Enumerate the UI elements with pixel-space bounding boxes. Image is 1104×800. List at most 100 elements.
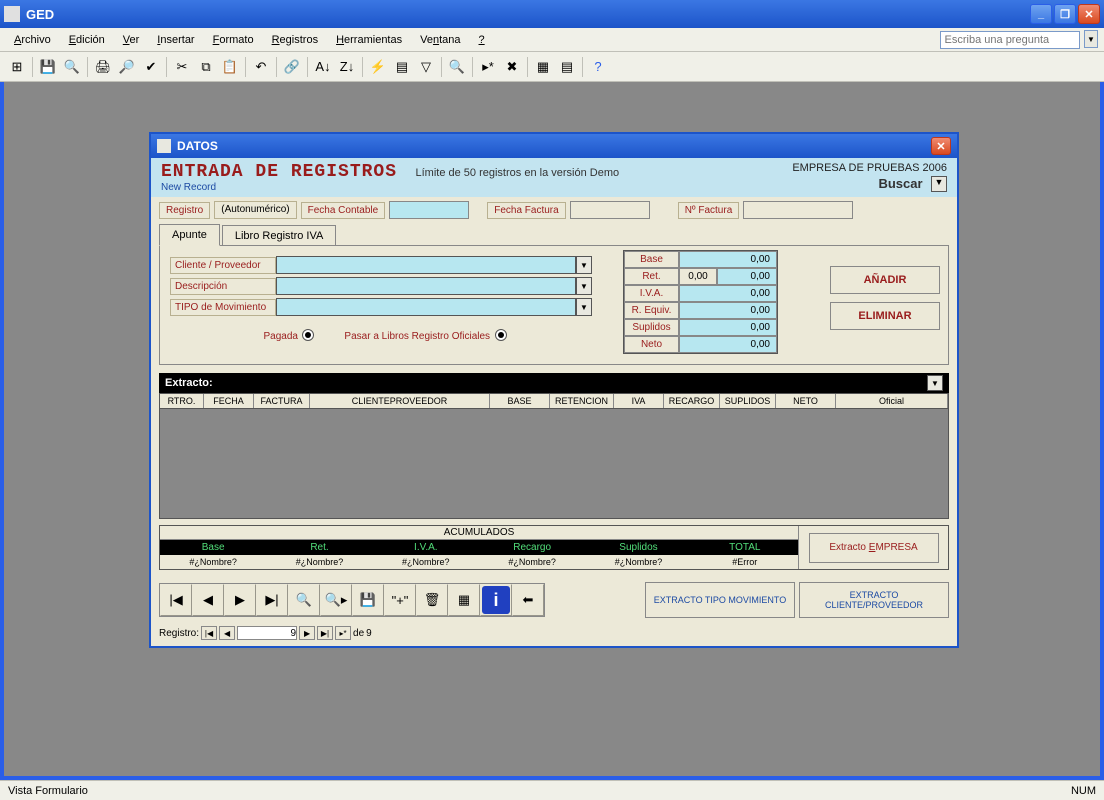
last-record-icon[interactable]: ▶| <box>256 584 288 616</box>
recnav-new[interactable]: ▸* <box>335 626 351 640</box>
spellcheck-icon[interactable]: ✔ <box>140 56 162 78</box>
help-dropdown[interactable]: ▼ <box>1084 30 1098 48</box>
cut-icon[interactable]: ✂ <box>171 56 193 78</box>
filter-sel-icon[interactable]: ⚡ <box>367 56 389 78</box>
recnav-current[interactable] <box>237 626 297 640</box>
filter-form-icon[interactable]: ▤ <box>391 56 413 78</box>
menu-help[interactable]: ? <box>471 31 493 49</box>
help-icon[interactable]: ? <box>587 56 609 78</box>
datos-close-button[interactable]: ✕ <box>931 137 951 155</box>
undo-icon[interactable]: ↶ <box>250 56 272 78</box>
fecha-factura-input[interactable] <box>570 201 650 219</box>
new-record-icon[interactable]: ▸* <box>477 56 499 78</box>
col-retencion[interactable]: RETENCION <box>550 394 614 408</box>
fecha-contable-input[interactable] <box>389 201 469 219</box>
help-search-input[interactable] <box>940 31 1080 49</box>
neto-value[interactable]: 0,00 <box>679 336 777 353</box>
next-record-icon[interactable]: ▶ <box>224 584 256 616</box>
col-neto[interactable]: NETO <box>776 394 836 408</box>
db-window-icon[interactable]: ▦ <box>532 56 554 78</box>
preview-icon[interactable]: 🔎 <box>116 56 138 78</box>
col-factura[interactable]: FACTURA <box>254 394 310 408</box>
suplidos-value[interactable]: 0,00 <box>679 319 777 336</box>
prev-record-icon[interactable]: ◀ <box>192 584 224 616</box>
col-oficial[interactable]: Oficial <box>836 394 948 408</box>
save-icon[interactable]: 💾 <box>37 56 59 78</box>
link-icon[interactable]: 🔗 <box>281 56 303 78</box>
buscar-dropdown[interactable]: ▼ <box>931 176 947 192</box>
extracto-empresa-button[interactable]: Extracto EMPRESA <box>809 533 939 563</box>
excel-icon[interactable]: ▦ <box>448 584 480 616</box>
tipo-mov-input[interactable] <box>276 298 576 316</box>
print-icon[interactable]: 🖨 <box>92 56 114 78</box>
col-base[interactable]: BASE <box>490 394 550 408</box>
delete-record-icon[interactable]: ✖ <box>501 56 523 78</box>
sort-desc-icon[interactable]: Z↓ <box>336 56 358 78</box>
base-value[interactable]: 0,00 <box>679 251 777 268</box>
descripcion-dropdown[interactable]: ▼ <box>576 277 592 295</box>
tab-libro-registro-iva[interactable]: Libro Registro IVA <box>222 225 336 246</box>
tab-apunte[interactable]: Apunte <box>159 224 220 246</box>
ret-pct[interactable]: 0,00 <box>679 268 717 285</box>
search-icon[interactable]: 🔍 <box>61 56 83 78</box>
ret-value[interactable]: 0,00 <box>717 268 777 285</box>
recnav-first[interactable]: |◀ <box>201 626 217 640</box>
recnav-next[interactable]: ▶ <box>299 626 315 640</box>
copy-icon[interactable]: ⧉ <box>195 56 217 78</box>
recnav-prev[interactable]: ◀ <box>219 626 235 640</box>
col-iva[interactable]: IVA <box>614 394 664 408</box>
requiv-value[interactable]: 0,00 <box>679 302 777 319</box>
tipo-mov-dropdown[interactable]: ▼ <box>576 298 592 316</box>
col-suplidos[interactable]: SUPLIDOS <box>720 394 776 408</box>
record-navigator: Registro: |◀ ◀ ▶ ▶| ▸* de 9 <box>151 624 957 646</box>
find-next-icon[interactable]: 🔍▸ <box>320 584 352 616</box>
acumulados-box: ACUMULADOS Base Ret. I.V.A. Recargo Supl… <box>159 525 949 570</box>
grid-body[interactable] <box>159 409 949 519</box>
menu-formato[interactable]: Formato <box>205 31 262 49</box>
menu-ventana[interactable]: Ventana <box>412 31 468 49</box>
first-record-icon[interactable]: |◀ <box>160 584 192 616</box>
find-icon[interactable]: 🔍 <box>446 56 468 78</box>
cliente-input[interactable] <box>276 256 576 274</box>
descripcion-input[interactable] <box>276 277 576 295</box>
new-object-icon[interactable]: ▤ <box>556 56 578 78</box>
iva-value[interactable]: 0,00 <box>679 285 777 302</box>
pagada-radio[interactable] <box>302 329 314 341</box>
menu-insertar[interactable]: Insertar <box>149 31 202 49</box>
close-button[interactable]: ✕ <box>1078 4 1100 24</box>
eliminar-button[interactable]: ELIMINAR <box>830 302 940 330</box>
view-icon[interactable]: ⊞ <box>6 56 28 78</box>
cliente-dropdown[interactable]: ▼ <box>576 256 592 274</box>
paste-icon[interactable]: 📋 <box>219 56 241 78</box>
mdi-workspace: DATOS ✕ ENTRADA DE REGISTROS Límite de 5… <box>4 82 1100 776</box>
extracto-cliente-button[interactable]: EXTRACTO CLIENTE/PROVEEDOR <box>799 582 949 618</box>
maximize-button[interactable]: ❐ <box>1054 4 1076 24</box>
col-cliente[interactable]: CLIENTEPROVEEDOR <box>310 394 490 408</box>
extracto-tipo-button[interactable]: EXTRACTO TIPO MOVIMIENTO <box>645 582 795 618</box>
extracto-title: Extracto: <box>165 377 213 389</box>
extracto-dropdown[interactable]: ▼ <box>927 375 943 391</box>
col-rtro[interactable]: RTRO. <box>160 394 204 408</box>
menu-herramientas[interactable]: Herramientas <box>328 31 410 49</box>
neto-label: Neto <box>624 336 679 353</box>
menu-ver[interactable]: Ver <box>115 31 148 49</box>
menu-registros[interactable]: Registros <box>264 31 326 49</box>
recnav-last[interactable]: ▶| <box>317 626 333 640</box>
menu-archivo[interactable]: Archivo <box>6 31 59 49</box>
menu-edicion[interactable]: Edición <box>61 31 113 49</box>
anadir-button[interactable]: AÑADIR <box>830 266 940 294</box>
minimize-button[interactable]: _ <box>1030 4 1052 24</box>
n-factura-input[interactable] <box>743 201 853 219</box>
add-icon[interactable]: "+" <box>384 584 416 616</box>
save-icon-2[interactable]: 💾 <box>352 584 384 616</box>
grid-header: RTRO. FECHA FACTURA CLIENTEPROVEEDOR BAS… <box>159 393 949 409</box>
filter-toggle-icon[interactable]: ▽ <box>415 56 437 78</box>
pasar-radio[interactable] <box>495 329 507 341</box>
delete-icon[interactable]: 🗑 <box>416 584 448 616</box>
col-recargo[interactable]: RECARGO <box>664 394 720 408</box>
sort-asc-icon[interactable]: A↓ <box>312 56 334 78</box>
find-icon-2[interactable]: 🔍 <box>288 584 320 616</box>
col-fecha[interactable]: FECHA <box>204 394 254 408</box>
exit-icon[interactable]: ⬅ <box>512 584 544 616</box>
info-icon[interactable]: i <box>480 584 512 616</box>
